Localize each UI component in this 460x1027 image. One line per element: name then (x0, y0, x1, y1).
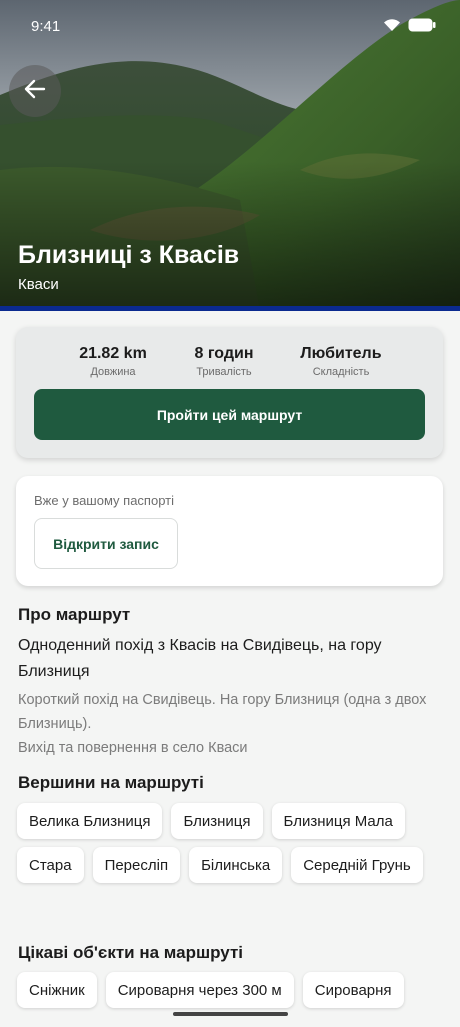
passport-note: Вже у вашому паспорті (34, 493, 174, 508)
about-description-line: Вихід та повернення в село Кваси (18, 740, 248, 756)
status-time: 9:41 (31, 18, 61, 35)
wifi-icon (383, 18, 401, 36)
peak-chip[interactable]: Середнiй Грунь (291, 847, 423, 883)
home-indicator (173, 1012, 288, 1016)
poi-chip-list: Сніжник Сироварня через 300 м Сироварня (17, 972, 447, 1008)
peak-chip[interactable]: Стара (17, 847, 84, 883)
status-bar: 9:41 (31, 16, 436, 38)
stat-duration: 8 годин Тривалість (164, 345, 284, 378)
about-summary: Одноденний похід з Квасів на Свидівець, … (18, 637, 382, 680)
about-description-line: Короткий похід на Свидівець. На гору Бли… (18, 692, 427, 732)
passport-card: Вже у вашому паспорті Відкрити запис (16, 476, 443, 586)
stat-label: Тривалість (196, 366, 252, 378)
peak-chip[interactable]: Близниця (171, 803, 263, 839)
stat-difficulty: Любитель Складність (281, 345, 401, 378)
stat-value: 8 годин (194, 345, 254, 362)
peak-chip[interactable]: Переслiп (92, 847, 181, 883)
about-description: Короткий похід на Свидівець. На гору Бли… (18, 688, 448, 760)
back-button[interactable] (9, 65, 61, 117)
peaks-heading: Вершини на маршруті (18, 773, 204, 792)
stat-distance: 21.82 km Довжина (53, 345, 173, 378)
peak-chip[interactable]: Бiлинська (189, 847, 283, 883)
about-heading: Про маршрут (18, 605, 131, 624)
poi-chip[interactable]: Сироварня через 300 м (105, 972, 294, 1008)
start-route-button[interactable]: Пройти цей маршрут (34, 389, 425, 440)
peak-chip[interactable]: Велика Близниця (17, 803, 163, 839)
stat-label: Довжина (90, 366, 136, 378)
stat-label: Складність (312, 366, 370, 378)
route-start-location: Кваси (18, 276, 59, 293)
peak-chip[interactable]: Близниця Мала (271, 803, 405, 839)
route-stats-card: 21.82 km Довжина 8 годин Тривалість Люби… (16, 327, 443, 458)
stat-value: Любитель (300, 345, 382, 362)
poi-heading: Цікаві об'єкти на маршруті (18, 943, 244, 962)
open-record-button[interactable]: Відкрити запис (34, 518, 178, 569)
route-title: Близниці з Квасів (18, 241, 240, 269)
poi-chip[interactable]: Сніжник (17, 972, 97, 1008)
poi-chip[interactable]: Сироварня (302, 972, 404, 1008)
battery-icon (408, 18, 436, 36)
hero-image: 9:41 Близниці з Квасів Кваси (0, 0, 460, 311)
stat-value: 21.82 km (79, 345, 147, 362)
arrow-left-icon (24, 79, 46, 104)
accent-line (0, 306, 460, 311)
peaks-chip-list: Велика Близниця Близниця Близниця Мала С… (17, 803, 447, 883)
